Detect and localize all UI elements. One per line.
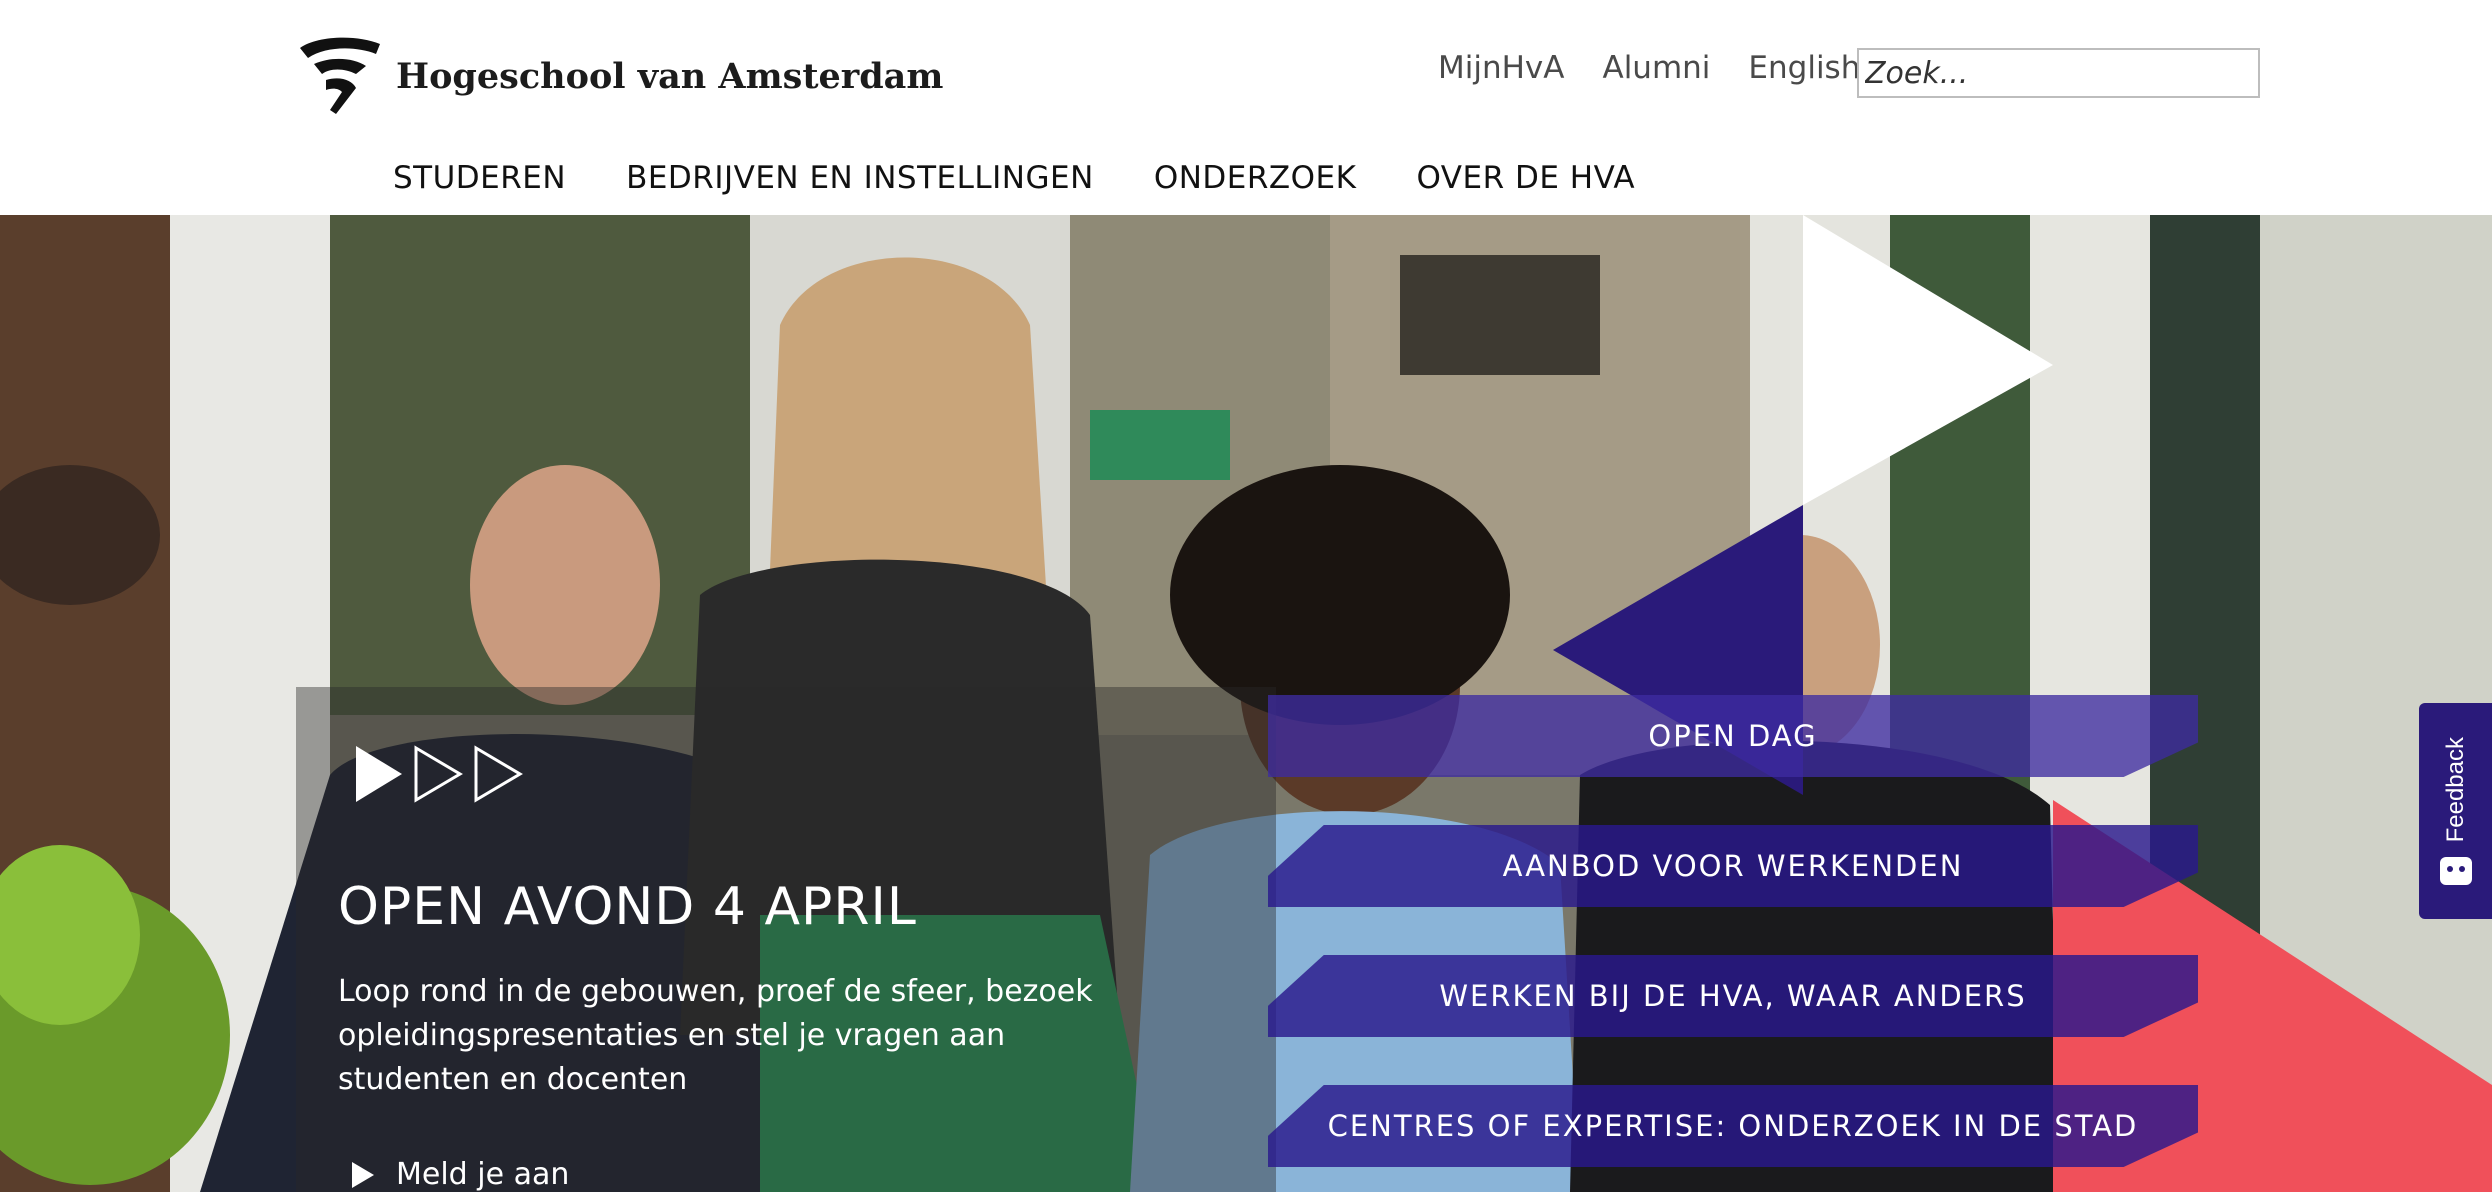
link-centres-of-expertise[interactable]: CENTRES OF EXPERTISE: ONDERZOEK IN DE ST… — [1268, 1085, 2198, 1167]
utility-nav: MijnHvA Alumni English — [1438, 50, 1860, 86]
util-link-english[interactable]: English — [1748, 50, 1860, 86]
play-arrow-icon — [352, 1161, 374, 1188]
site-name: Hogeschool van Amsterdam — [396, 55, 944, 97]
site-logo[interactable]: Hogeschool van Amsterdam — [296, 34, 943, 118]
hva-logo-icon — [300, 37, 380, 114]
feedback-label: Feedback — [2441, 737, 2469, 843]
nav-item-bedrijven[interactable]: BEDRIJVEN EN INSTELLINGEN — [626, 160, 1094, 196]
next-slide-icon-2[interactable] — [472, 744, 526, 804]
nav-item-studeren[interactable]: STUDEREN — [393, 160, 566, 196]
util-link-alumni[interactable]: Alumni — [1602, 50, 1710, 86]
play-icon[interactable] — [352, 744, 406, 804]
site-header: Hogeschool van Amsterdam MijnHvA Alumni … — [0, 0, 2492, 215]
hero-title: OPEN AVOND 4 APRIL — [338, 877, 917, 937]
feedback-tab[interactable]: Feedback — [2419, 703, 2492, 919]
chat-icon — [2439, 856, 2472, 885]
nav-item-onderzoek[interactable]: ONDERZOEK — [1154, 160, 1357, 196]
search-input[interactable] — [1857, 48, 2260, 98]
link-werken-bij-hva[interactable]: WERKEN BIJ DE HVA, WAAR ANDERS — [1268, 955, 2198, 1037]
util-link-mijnhva[interactable]: MijnHvA — [1438, 50, 1564, 86]
link-aanbod-werkenden[interactable]: AANBOD VOOR WERKENDEN — [1268, 825, 2198, 907]
main-nav: STUDEREN BEDRIJVEN EN INSTELLINGEN ONDER… — [393, 160, 1635, 196]
hero-description: Loop rond in de gebouwen, proef de sfeer… — [338, 974, 1093, 1097]
register-label: Meld je aan — [396, 1157, 570, 1192]
nav-item-over-de-hva[interactable]: OVER DE HVA — [1416, 160, 1635, 196]
link-open-dag[interactable]: OPEN DAG — [1268, 695, 2198, 777]
next-slide-icon[interactable] — [412, 744, 466, 804]
hero-banner: OPEN AVOND 4 APRIL Loop rond in de gebou… — [0, 215, 2492, 1192]
register-button[interactable]: Meld je aan — [350, 1157, 569, 1192]
carousel-controls — [352, 744, 526, 804]
